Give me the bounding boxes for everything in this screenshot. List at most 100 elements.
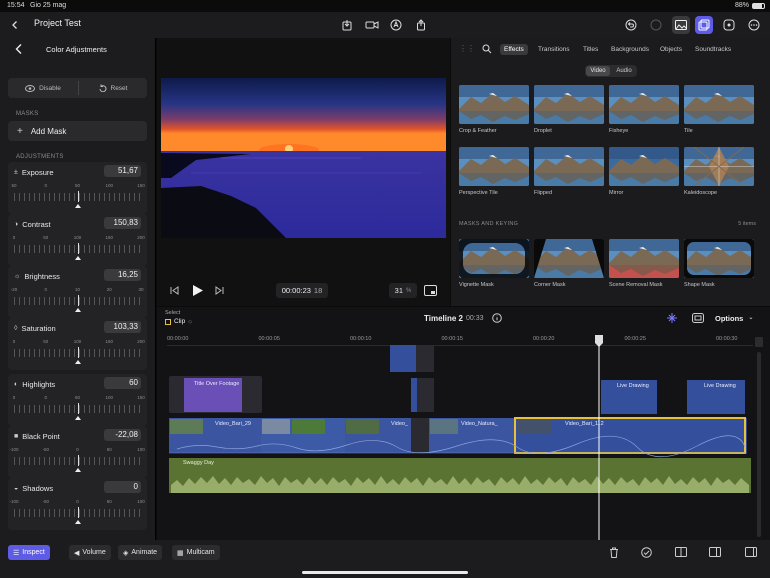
effect-tile-kaleidoscope[interactable]: Kaleidoscope — [684, 147, 754, 196]
track-height-button[interactable] — [755, 337, 763, 347]
adjustment-value-field[interactable]: 0 — [104, 481, 141, 493]
inspect-button[interactable]: ☰ Inspect — [8, 545, 50, 560]
animate-label: Animate — [131, 549, 158, 556]
voiceover-button[interactable] — [387, 16, 405, 34]
clip-label-4: Video_Bari_112 — [565, 421, 604, 427]
redo-icon — [650, 19, 662, 31]
skip-back-button[interactable] — [170, 286, 179, 295]
browser-button[interactable] — [695, 16, 713, 34]
adjustment-slider[interactable] — [14, 295, 141, 306]
import-icon — [342, 20, 352, 31]
vertical-scrollbar[interactable] — [757, 352, 761, 537]
slider-center-line — [77, 403, 79, 414]
adjustment-name: ± Exposure — [14, 168, 54, 177]
import-button[interactable] — [338, 16, 356, 34]
mask-tile-shape-mask[interactable]: Shape Mask — [684, 239, 754, 288]
home-indicator[interactable] — [302, 571, 468, 574]
tab-transitions[interactable]: Transitions — [534, 44, 574, 55]
multicam-button[interactable]: ▦ Multicam — [172, 545, 220, 560]
effect-tile-tile[interactable]: Tile — [684, 85, 754, 134]
effect-tile-fisheye[interactable]: Fisheye — [609, 85, 679, 134]
slider-indicator — [74, 416, 81, 420]
zoom-control[interactable]: 31% — [389, 283, 417, 298]
camera-button[interactable] — [363, 16, 381, 34]
transition[interactable] — [411, 418, 429, 453]
masks-count: 5 items — [738, 221, 756, 227]
detach-button[interactable] — [709, 547, 721, 557]
audio-toggle[interactable]: Audio — [612, 66, 636, 76]
adjustments-heading: ADJUSTMENTS — [16, 154, 64, 160]
search-button[interactable] — [482, 44, 492, 54]
adjustment-value-field[interactable]: -22,08 — [104, 429, 141, 441]
effect-tile-flipped[interactable]: Flipped — [534, 147, 604, 196]
volume-button[interactable]: ◀ Volume — [69, 545, 111, 560]
delete-button[interactable] — [609, 547, 619, 558]
disable-button[interactable]: Disable — [8, 78, 78, 98]
tab-objects[interactable]: Objects — [656, 44, 686, 55]
layout-button[interactable] — [745, 547, 757, 557]
adjustment-slider[interactable] — [14, 191, 141, 202]
effect-preview-icon — [609, 85, 679, 124]
clip-label-1: Video_Bari_29 — [215, 421, 251, 427]
adjustment-saturation: ◊ Saturation 103,33 0 50 100 150 200 — [8, 318, 147, 370]
fullscreen-icon — [424, 285, 437, 296]
tab-titles[interactable]: Titles — [579, 44, 602, 55]
status-battery: 88% — [735, 2, 750, 9]
reset-label: Reset — [110, 84, 128, 92]
trash-icon — [610, 547, 618, 558]
video-preview[interactable] — [161, 78, 446, 238]
photos-button[interactable] — [672, 16, 690, 34]
inspect-label: Inspect — [22, 549, 45, 556]
tick-label: 30 — [138, 287, 144, 292]
redo-button[interactable] — [647, 16, 665, 34]
adjustment-value-field[interactable]: 16,25 — [104, 269, 141, 281]
tab-effects[interactable]: Effects — [500, 44, 528, 55]
effect-tile-crop-feather[interactable]: Crop & Feather — [459, 85, 529, 134]
tick-label: 150 — [137, 395, 145, 400]
tab-backgrounds[interactable]: Backgrounds — [607, 44, 653, 55]
live-drawing-label-2: Live Drawing — [704, 383, 736, 389]
mask-tile-corner-mask[interactable]: Corner Mask — [534, 239, 604, 288]
timecode-display[interactable]: 00:00:23 18 — [276, 283, 328, 298]
adjustment-value-field[interactable]: 150,83 — [104, 217, 141, 229]
share-button[interactable] — [412, 16, 430, 34]
reset-button[interactable]: Reset — [79, 78, 147, 98]
adjustment-value-field[interactable]: 60 — [104, 377, 141, 389]
play-button[interactable] — [192, 284, 204, 297]
more-button[interactable] — [745, 16, 763, 34]
slider-ticks: 0 50 100 150 200 — [13, 339, 145, 347]
effect-tile-droplet[interactable]: Droplet — [534, 85, 604, 134]
split-button[interactable] — [675, 547, 687, 557]
effect-tile-perspective-tile[interactable]: Perspective Tile — [459, 147, 529, 196]
adjustment-slider[interactable] — [14, 243, 141, 254]
adjustment-value-field[interactable]: 103,33 — [104, 321, 141, 333]
slider-center-line — [77, 347, 79, 358]
connected-clip[interactable] — [411, 378, 417, 412]
adjustment-slider[interactable] — [14, 507, 141, 518]
fullscreen-button[interactable] — [424, 285, 437, 296]
inspector-back-button[interactable] — [14, 43, 24, 55]
undo-button[interactable] — [622, 16, 640, 34]
connected-clip[interactable] — [390, 345, 416, 372]
title-clip-label: Title Over Footage — [194, 381, 240, 387]
adjustment-value-field[interactable]: 51,67 — [104, 165, 141, 177]
mask-tile-scene-removal-mask[interactable]: Scene Removal Mask — [609, 239, 679, 288]
effect-tile-mirror[interactable]: Mirror — [609, 147, 679, 196]
exposure-icon: ± — [14, 169, 18, 176]
animate-button[interactable]: ◈ Animate — [118, 545, 163, 560]
adjustment-slider[interactable] — [14, 455, 141, 466]
inspector-button[interactable] — [720, 16, 738, 34]
approve-button[interactable] — [641, 547, 652, 558]
tab-soundtracks[interactable]: Soundtracks — [691, 44, 735, 55]
adjustment-slider[interactable] — [14, 403, 141, 414]
video-toggle[interactable]: Video — [586, 66, 610, 76]
mask-tile-vignette-mask[interactable]: Vignette Mask — [459, 239, 529, 288]
tick-label: 150 — [105, 235, 114, 240]
back-button[interactable] — [6, 16, 24, 34]
add-mask-button[interactable]: + Add Mask — [8, 121, 147, 141]
skip-forward-button[interactable] — [215, 286, 224, 295]
adjustment-slider[interactable] — [14, 347, 141, 358]
inspect-icon: ☰ — [13, 549, 20, 557]
adjustment-name: ◐ Highlights — [14, 380, 55, 389]
drag-handle[interactable]: ⋮⋮ — [459, 44, 475, 53]
